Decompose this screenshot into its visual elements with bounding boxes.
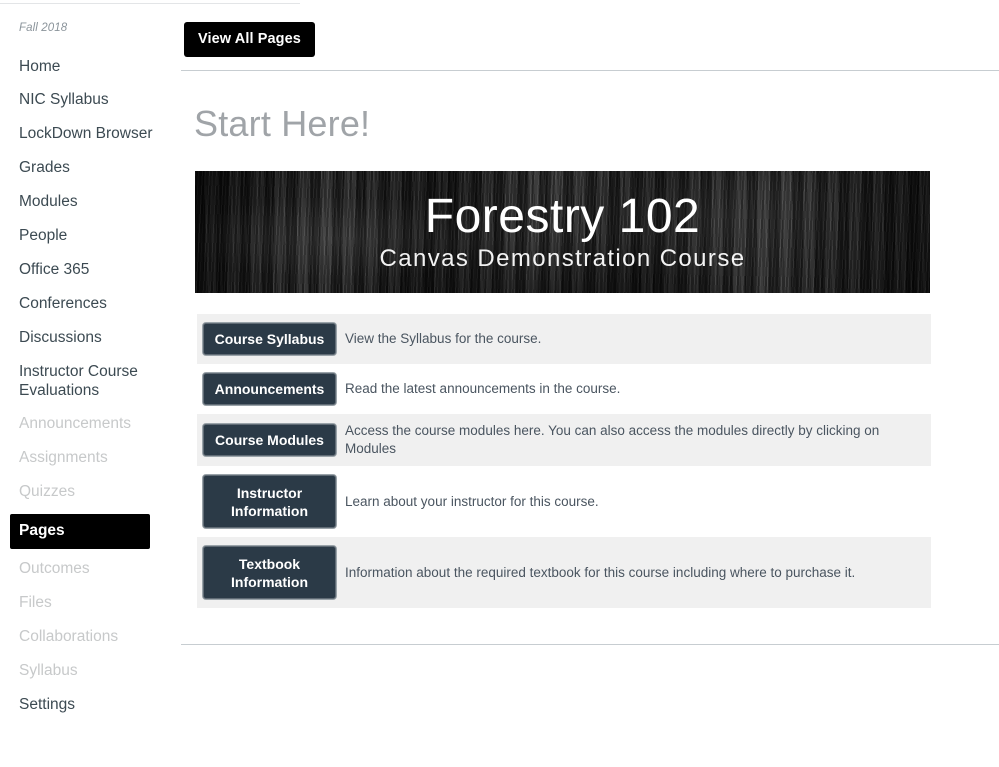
quick-link-row: Textbook Information Information about th…: [197, 537, 931, 609]
sidebar-item-settings[interactable]: Settings: [0, 688, 181, 722]
sidebar-item-modules[interactable]: Modules: [0, 186, 181, 220]
quick-link-button[interactable]: Textbook Information: [202, 545, 337, 601]
quick-link-description: Access the course modules here. You can …: [345, 422, 880, 457]
sidebar-item-collaborations[interactable]: Collaborations: [0, 620, 181, 654]
sidebar-item-grades[interactable]: Grades: [0, 152, 181, 186]
course-banner-wrapper: Forestry 102 Canvas Demonstration Course: [195, 170, 930, 293]
course-navigation-sidebar: Fall 2018 Home NIC Syllabus LockDown Brows…: [0, 0, 181, 767]
sidebar-item-assignments[interactable]: Assignments: [0, 442, 181, 476]
page-title: Start Here!: [194, 103, 371, 144]
quick-link-button[interactable]: Announcements: [202, 371, 337, 406]
page-root: Fall 2018 Home NIC Syllabus LockDown Brows…: [0, 0, 999, 767]
sidebar-item-syllabus[interactable]: Syllabus: [0, 654, 181, 688]
quick-link-button[interactable]: Instructor Information: [202, 474, 337, 530]
sidebar-item-conferences[interactable]: Conferences: [0, 287, 181, 321]
course-banner-image: Forestry 102 Canvas Demonstration Course: [195, 170, 930, 293]
sidebar-item-nic-syllabus[interactable]: NIC Syllabus: [0, 84, 181, 118]
banner-course-subtitle: Canvas Demonstration Course: [379, 244, 746, 272]
quick-link-description: Learn about your instructor for this cou…: [345, 493, 599, 509]
sidebar-item-discussions[interactable]: Discussions: [0, 321, 181, 355]
header-divider: [181, 70, 999, 71]
quick-link-description: Read the latest announcements in the cou…: [345, 380, 621, 396]
quick-links-list: Course Syllabus View the Syllabus for the…: [197, 313, 931, 609]
sidebar-item-announcements[interactable]: Announcements: [0, 408, 181, 442]
sidebar-item-outcomes[interactable]: Outcomes: [0, 553, 181, 587]
main-content: View All Pages Start Here! Forestry 102 …: [181, 0, 999, 767]
sidebar-item-files[interactable]: Files: [0, 587, 181, 621]
sidebar-item-office-365[interactable]: Office 365: [0, 253, 181, 287]
quick-link-row: Course Modules Access the course modules …: [197, 413, 931, 467]
footer-divider: [181, 644, 999, 646]
sidebar-item-people[interactable]: People: [0, 220, 181, 254]
sidebar-item-quizzes[interactable]: Quizzes: [0, 476, 181, 510]
view-all-pages-button[interactable]: View All Pages: [184, 22, 315, 57]
term-label: Fall 2018: [19, 22, 68, 34]
quick-link-button[interactable]: Course Modules: [202, 423, 337, 458]
quick-link-row: Course Syllabus View the Syllabus for the…: [197, 313, 931, 364]
quick-link-description: Information about the required textbook …: [345, 564, 856, 580]
banner-course-title: Forestry 102: [424, 189, 701, 243]
quick-link-button[interactable]: Course Syllabus: [202, 321, 337, 356]
quick-link-row: Instructor Information Learn about your i…: [197, 466, 931, 538]
sidebar-item-home[interactable]: Home: [0, 50, 181, 84]
quick-link-row: Announcements Read the latest announcemen…: [197, 363, 931, 414]
sidebar-item-pages[interactable]: Pages: [10, 513, 150, 549]
quick-link-description: View the Syllabus for the course.: [345, 330, 542, 346]
sidebar-item-lockdown-browser[interactable]: LockDown Browser: [0, 118, 181, 152]
sidebar-item-instructor-course-evaluations[interactable]: Instructor Course Evaluations: [0, 355, 181, 408]
page-toolbar: View All Pages: [181, 0, 999, 70]
nav-list: Home NIC Syllabus LockDown Browser Grades Mo…: [0, 50, 181, 722]
